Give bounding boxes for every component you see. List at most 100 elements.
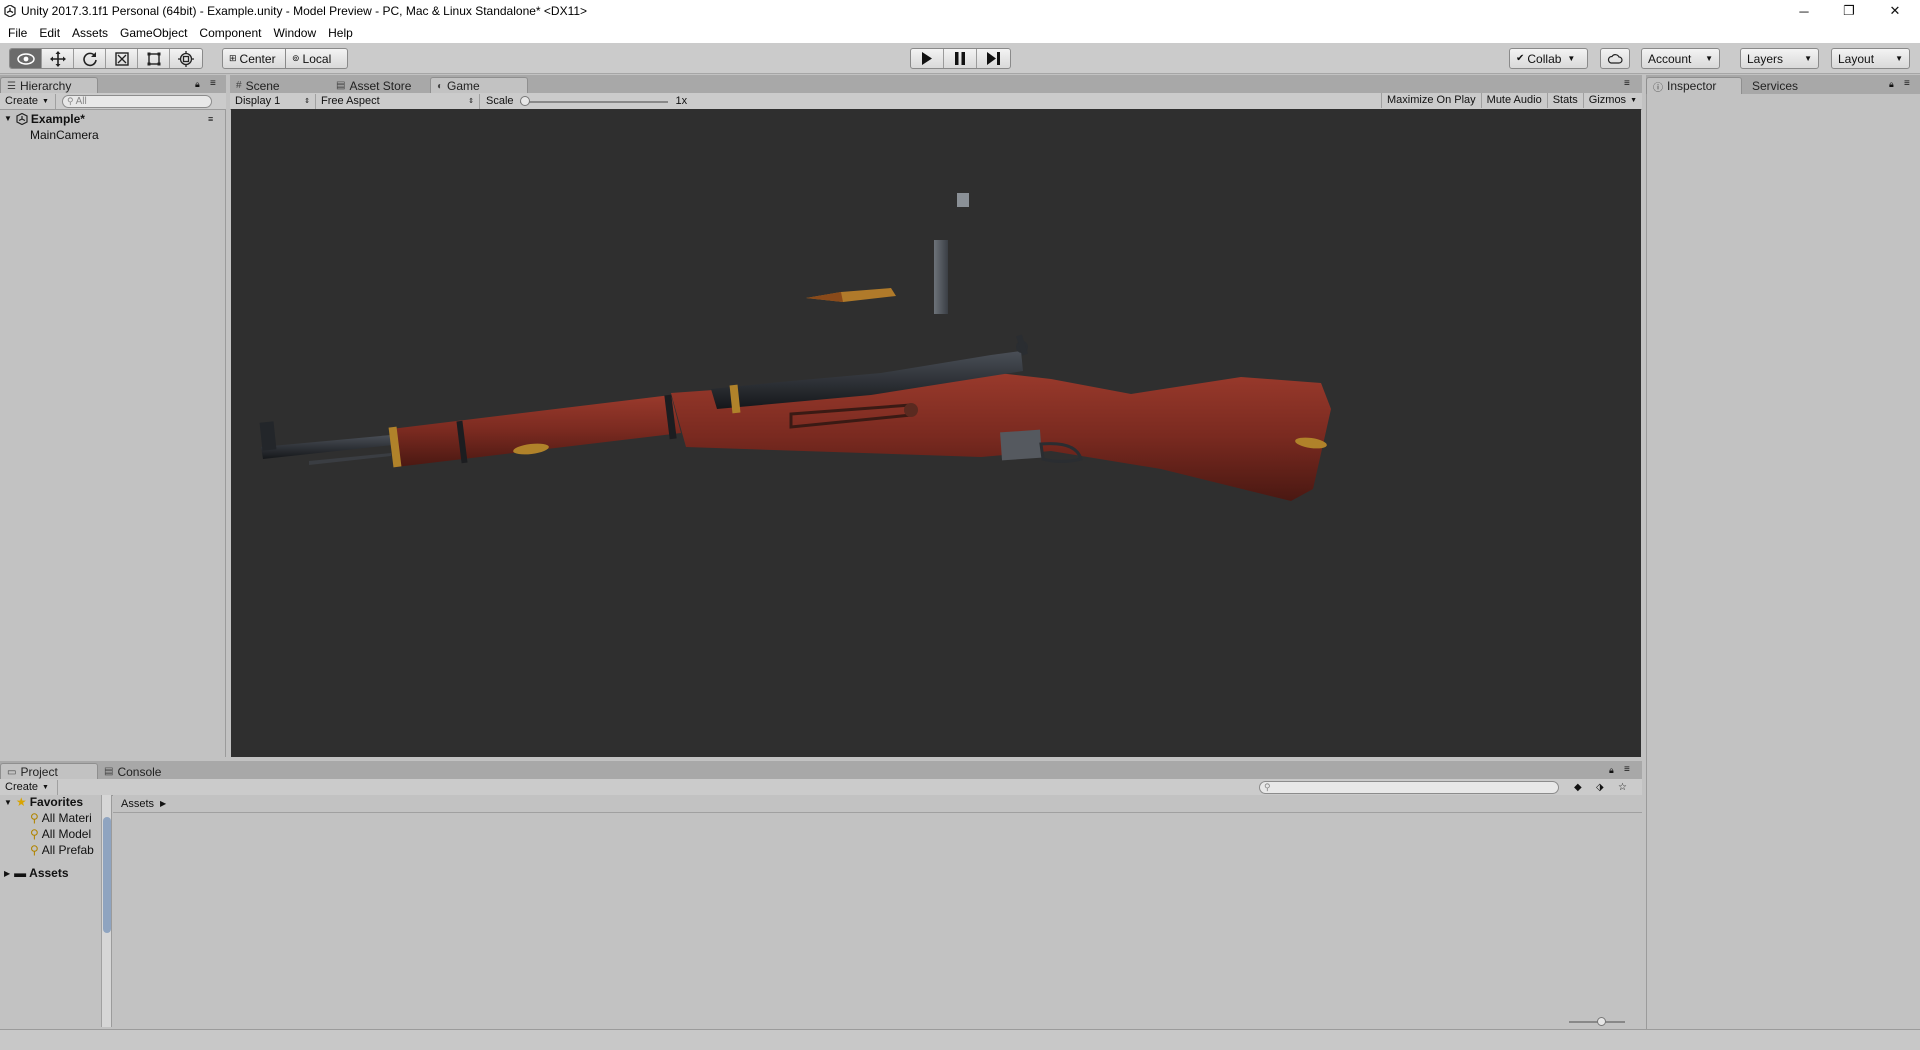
- transform-tool-button[interactable]: [170, 49, 202, 68]
- move-tool-button[interactable]: [42, 49, 74, 68]
- menu-window[interactable]: Window: [267, 26, 322, 40]
- menu-assets[interactable]: Assets: [66, 26, 114, 40]
- expand-arrow-icon[interactable]: ▶: [4, 869, 10, 878]
- collab-dropdown[interactable]: ✔ Collab ▼: [1509, 48, 1588, 69]
- tab-asset-store[interactable]: ▤ Asset Store: [330, 77, 430, 94]
- close-button[interactable]: ✕: [1872, 0, 1918, 22]
- lock-icon[interactable]: 🔒︎: [1609, 765, 1614, 776]
- favorite-item[interactable]: ⚲ All Materi: [30, 811, 92, 825]
- collab-check-icon: ✔: [1516, 53, 1525, 64]
- minimize-button[interactable]: ─: [1781, 0, 1827, 22]
- panel-menu-icon[interactable]: ≡: [1624, 78, 1630, 89]
- panel-menu-icon[interactable]: ≡: [1624, 764, 1630, 775]
- menu-file[interactable]: File: [2, 26, 33, 40]
- tree-scrollbar[interactable]: [101, 795, 111, 1027]
- account-label: Account: [1648, 51, 1692, 66]
- scale-slider[interactable]: [519, 95, 668, 108]
- assets-folder-row[interactable]: ▶ ▬ Assets: [4, 866, 69, 880]
- hierarchy-item-maincamera[interactable]: MainCamera: [30, 127, 99, 142]
- folder-icon: ▬: [14, 866, 27, 880]
- favorite-item[interactable]: ⚲ All Prefab: [30, 843, 94, 857]
- scale-slider-track: [519, 100, 668, 103]
- menu-edit[interactable]: Edit: [33, 26, 66, 40]
- tab-hierarchy[interactable]: ☰ Hierarchy: [0, 77, 98, 94]
- filter-type-icon[interactable]: ◆: [1574, 782, 1582, 793]
- layers-dropdown[interactable]: Layers ▼: [1740, 48, 1819, 69]
- project-create-dropdown[interactable]: Create ▼: [0, 779, 58, 795]
- maximize-on-play-toggle[interactable]: Maximize On Play: [1381, 92, 1482, 108]
- project-toolbar: Create ▼ ⚲ ◆ ⬗ ☆: [0, 779, 1642, 796]
- tab-project[interactable]: ▭ Project: [0, 763, 98, 780]
- project-assets-view: Assets ▶: [113, 795, 1642, 1027]
- center-tabstrip: # Scene ▤ Asset Store ◐ Game ≡: [230, 75, 1642, 94]
- layout-dropdown[interactable]: Layout ▼: [1831, 48, 1910, 69]
- account-dropdown[interactable]: Account ▼: [1641, 48, 1720, 69]
- panel-menu-icon[interactable]: ≡: [1904, 78, 1910, 89]
- expand-arrow-icon[interactable]: ▼: [4, 798, 12, 807]
- breadcrumb-assets[interactable]: Assets: [121, 798, 154, 810]
- list-icon: ☰: [7, 80, 16, 92]
- inspector-panel: [1646, 94, 1920, 1029]
- hierarchy-search-input[interactable]: ⚲ All: [62, 94, 212, 108]
- menu-help[interactable]: Help: [322, 26, 359, 40]
- hierarchy-create-label: Create: [5, 95, 39, 107]
- console-icon: ▤: [104, 766, 114, 777]
- favorite-item[interactable]: ⚲ All Model: [30, 827, 91, 841]
- cloud-button[interactable]: [1600, 48, 1630, 69]
- scale-tool-button[interactable]: [106, 49, 138, 68]
- stats-toggle[interactable]: Stats: [1548, 92, 1584, 108]
- pause-button[interactable]: [944, 49, 977, 68]
- scene-options-icon[interactable]: ≡: [208, 114, 213, 124]
- panel-menu-icon[interactable]: ≡: [210, 78, 216, 89]
- tab-console[interactable]: ▤ Console: [98, 763, 194, 780]
- store-icon: ▤: [336, 80, 346, 91]
- pivot-label: Center: [239, 51, 276, 66]
- collab-label: Collab: [1527, 51, 1562, 66]
- space-label: Local: [302, 51, 332, 66]
- tab-inspector[interactable]: ⓘ Inspector: [1646, 77, 1742, 94]
- saved-search-icon: ⚲: [30, 843, 39, 857]
- zoom-slider-thumb[interactable]: [1597, 1017, 1606, 1026]
- hierarchy-toolbar: Create ▼ ⚲ All: [0, 93, 226, 110]
- tab-project-label: Project: [20, 765, 58, 779]
- hierarchy-create-dropdown[interactable]: Create ▼: [0, 93, 56, 109]
- aspect-dropdown[interactable]: Free Aspect ⇕: [316, 93, 480, 109]
- mute-audio-toggle[interactable]: Mute Audio: [1482, 92, 1548, 108]
- step-button[interactable]: [977, 49, 1010, 68]
- tab-game-label: Game: [447, 79, 480, 93]
- display-dropdown[interactable]: Display 1 ⇕: [230, 93, 316, 109]
- transform-tools: [9, 48, 203, 69]
- rotate-tool-button[interactable]: [74, 49, 106, 68]
- game-viewport[interactable]: [231, 109, 1641, 757]
- tab-services[interactable]: Services: [1742, 77, 1826, 94]
- menu-component[interactable]: Component: [193, 26, 267, 40]
- scrollbar-thumb[interactable]: [103, 817, 111, 933]
- view-tool-button[interactable]: [10, 49, 42, 68]
- gizmos-dropdown[interactable]: Gizmos ▼: [1584, 93, 1642, 108]
- lock-icon[interactable]: 🔒︎: [195, 79, 200, 90]
- scale-slider-thumb[interactable]: [519, 95, 530, 106]
- scene-root-row[interactable]: ▼ Example* ≡: [4, 111, 224, 126]
- pivot-space-toggle[interactable]: ⊚ Local: [286, 48, 348, 69]
- window-title: Unity 2017.3.1f1 Personal (64bit) - Exam…: [21, 4, 588, 18]
- menu-gameobject[interactable]: GameObject: [114, 26, 193, 40]
- play-button[interactable]: [911, 49, 944, 68]
- tab-game[interactable]: ◐ Game: [430, 77, 528, 94]
- pivot-center-toggle[interactable]: ⊞ Center: [222, 48, 286, 69]
- favorite-star-icon[interactable]: ☆: [1618, 782, 1627, 793]
- rect-tool-button[interactable]: [138, 49, 170, 68]
- favorites-row[interactable]: ▼ ★ Favorites: [4, 795, 83, 809]
- assets-zoom-slider[interactable]: [1569, 1017, 1625, 1026]
- restore-button[interactable]: ❐: [1826, 0, 1872, 22]
- search-icon: ⚲: [1264, 781, 1271, 792]
- tab-scene[interactable]: # Scene: [230, 77, 330, 94]
- tab-services-label: Services: [1752, 78, 1799, 93]
- project-folder-tree: ▼ ★ Favorites ⚲ All Materi ⚲ All Model ⚲…: [0, 795, 112, 1027]
- chevron-down-icon: ▼: [1567, 54, 1576, 63]
- scale-label: Scale: [486, 95, 514, 107]
- lock-icon[interactable]: 🔒︎: [1889, 79, 1894, 90]
- project-search-input[interactable]: ⚲: [1259, 780, 1559, 794]
- filter-label-icon[interactable]: ⬗: [1596, 782, 1604, 793]
- hierarchy-item-label: MainCamera: [30, 127, 99, 142]
- expand-arrow-icon[interactable]: ▼: [4, 114, 12, 123]
